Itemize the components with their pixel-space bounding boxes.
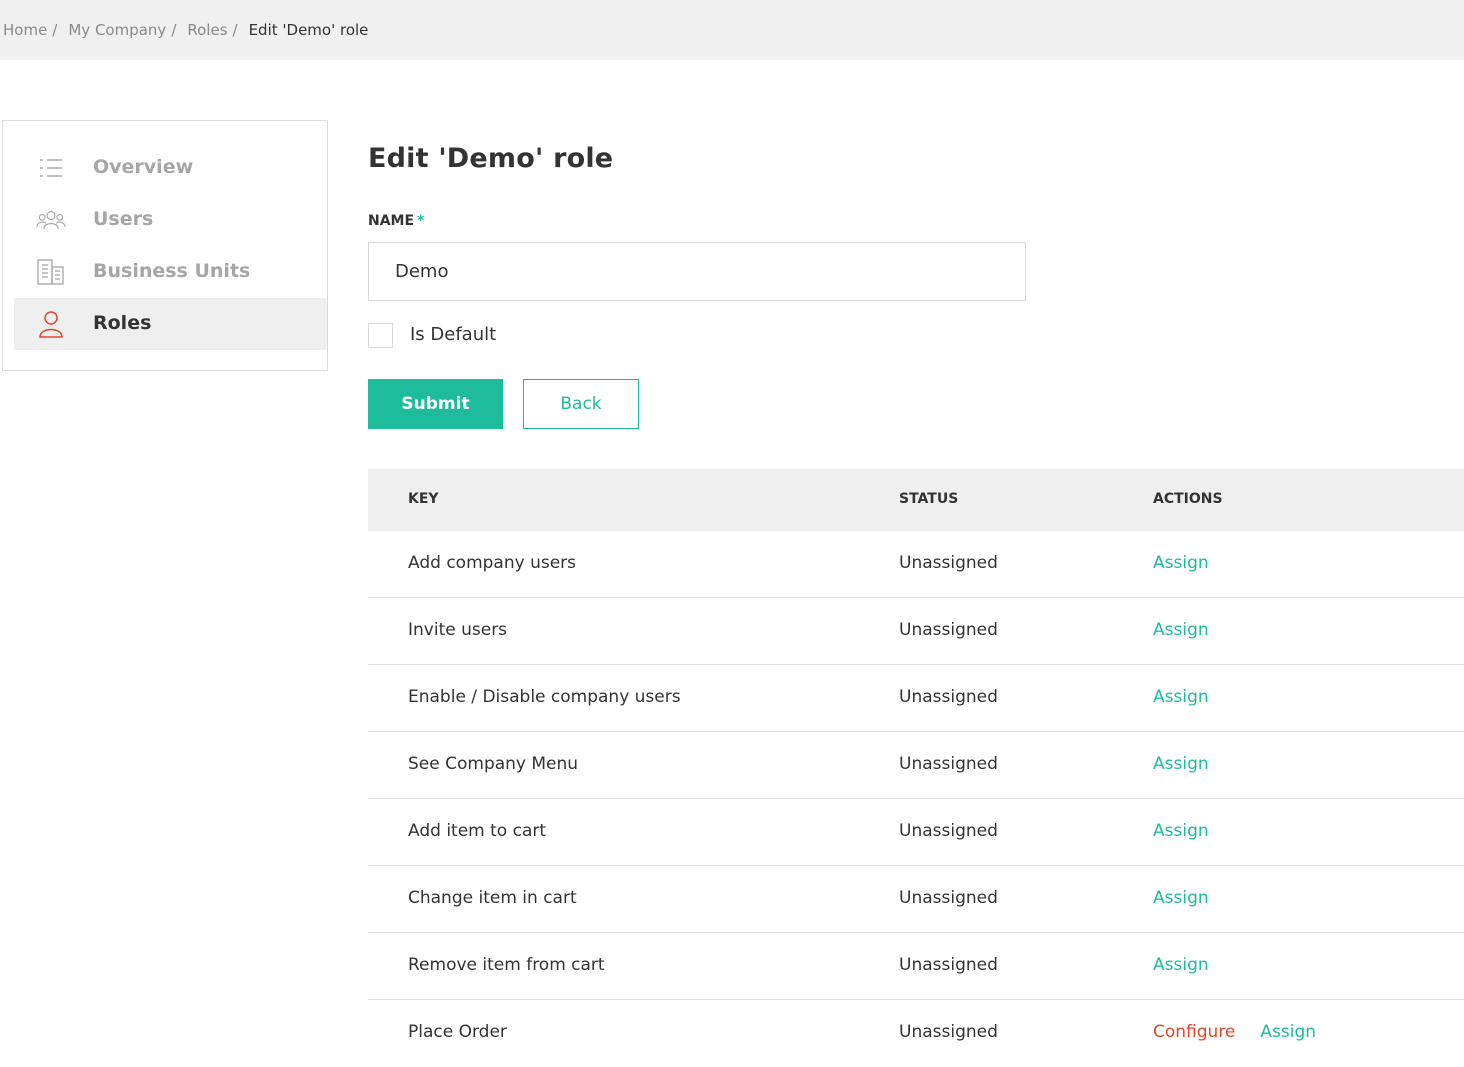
- assign-link[interactable]: Assign: [1153, 821, 1209, 841]
- is-default-checkbox[interactable]: [368, 323, 393, 348]
- row-key: See Company Menu: [408, 754, 579, 774]
- sidebar-item-business-units[interactable]: Business Units: [14, 246, 327, 298]
- row-actions: Assign: [1153, 754, 1209, 774]
- row-status: Unassigned: [899, 821, 998, 841]
- row-status: Unassigned: [899, 687, 998, 707]
- assign-link[interactable]: Assign: [1260, 1022, 1316, 1042]
- breadcrumb-separator: /: [232, 21, 238, 39]
- table-row: Place Order Unassigned Configure Assign: [368, 1000, 1464, 1067]
- assign-link[interactable]: Assign: [1153, 888, 1209, 908]
- row-status: Unassigned: [899, 620, 998, 640]
- row-key: Enable / Disable company users: [408, 687, 681, 707]
- breadcrumb-current: Edit 'Demo' role: [248, 21, 369, 39]
- assign-link[interactable]: Assign: [1153, 754, 1209, 774]
- column-header-key: KEY: [408, 491, 439, 507]
- sidebar-item-label: Users: [93, 208, 154, 230]
- assign-link[interactable]: Assign: [1153, 687, 1209, 707]
- back-button[interactable]: Back: [523, 379, 639, 429]
- table-row: Change item in cart Unassigned Assign: [368, 866, 1464, 933]
- row-status: Unassigned: [899, 754, 998, 774]
- table-header: KEY STATUS ACTIONS: [368, 469, 1464, 531]
- required-mark: *: [417, 213, 425, 229]
- sidebar-item-users[interactable]: Users: [14, 194, 327, 246]
- row-actions: Assign: [1153, 821, 1209, 841]
- name-label-text: NAME: [368, 213, 415, 229]
- sidebar-item-overview[interactable]: Overview: [14, 142, 327, 194]
- breadcrumb-roles[interactable]: Roles: [187, 21, 227, 39]
- name-field-label: NAME *: [368, 213, 424, 229]
- row-actions: Assign: [1153, 687, 1209, 707]
- table-row: Enable / Disable company users Unassigne…: [368, 665, 1464, 732]
- row-status: Unassigned: [899, 553, 998, 573]
- company-sidebar: Overview Users Business Units Roles: [2, 120, 328, 371]
- configure-link[interactable]: Configure: [1153, 1022, 1235, 1042]
- row-status: Unassigned: [899, 955, 998, 975]
- is-default-label[interactable]: Is Default: [410, 324, 496, 345]
- row-status: Unassigned: [899, 1022, 998, 1042]
- row-key: Place Order: [408, 1022, 507, 1042]
- breadcrumb-my-company[interactable]: My Company: [68, 21, 166, 39]
- breadcrumb: Home / My Company / Roles / Edit 'Demo' …: [0, 0, 1464, 60]
- column-header-status: STATUS: [899, 491, 959, 507]
- sidebar-item-label: Business Units: [93, 260, 251, 282]
- row-actions: Assign: [1153, 620, 1209, 640]
- user-icon: [36, 310, 66, 338]
- row-actions: Configure Assign: [1153, 1022, 1316, 1042]
- table-row: Add item to cart Unassigned Assign: [368, 799, 1464, 866]
- row-key: Add item to cart: [408, 821, 547, 841]
- row-key: Remove item from cart: [408, 955, 605, 975]
- permissions-table: KEY STATUS ACTIONS Add company users Una…: [368, 469, 1464, 1067]
- sidebar-item-roles[interactable]: Roles: [14, 298, 327, 350]
- building-icon: [36, 258, 66, 286]
- row-key: Change item in cart: [408, 888, 577, 908]
- row-actions: Assign: [1153, 955, 1209, 975]
- row-key: Add company users: [408, 553, 577, 573]
- users-icon: [36, 206, 66, 234]
- assign-link[interactable]: Assign: [1153, 955, 1209, 975]
- table-row: Add company users Unassigned Assign: [368, 531, 1464, 598]
- table-row: Invite users Unassigned Assign: [368, 598, 1464, 665]
- column-header-actions: ACTIONS: [1153, 491, 1223, 507]
- page-title: Edit 'Demo' role: [368, 143, 614, 174]
- sidebar-item-label: Roles: [93, 312, 152, 334]
- table-row: Remove item from cart Unassigned Assign: [368, 933, 1464, 1000]
- row-status: Unassigned: [899, 888, 998, 908]
- assign-link[interactable]: Assign: [1153, 620, 1209, 640]
- row-key: Invite users: [408, 620, 508, 640]
- table-row: See Company Menu Unassigned Assign: [368, 732, 1464, 799]
- row-actions: Assign: [1153, 888, 1209, 908]
- breadcrumb-home[interactable]: Home: [3, 21, 47, 39]
- row-actions: Assign: [1153, 553, 1209, 573]
- assign-link[interactable]: Assign: [1153, 553, 1209, 573]
- sidebar-item-label: Overview: [93, 156, 194, 178]
- breadcrumb-separator: /: [171, 21, 177, 39]
- submit-button[interactable]: Submit: [368, 379, 503, 429]
- list-icon: [36, 154, 66, 182]
- name-input[interactable]: [368, 242, 1026, 301]
- breadcrumb-separator: /: [52, 21, 58, 39]
